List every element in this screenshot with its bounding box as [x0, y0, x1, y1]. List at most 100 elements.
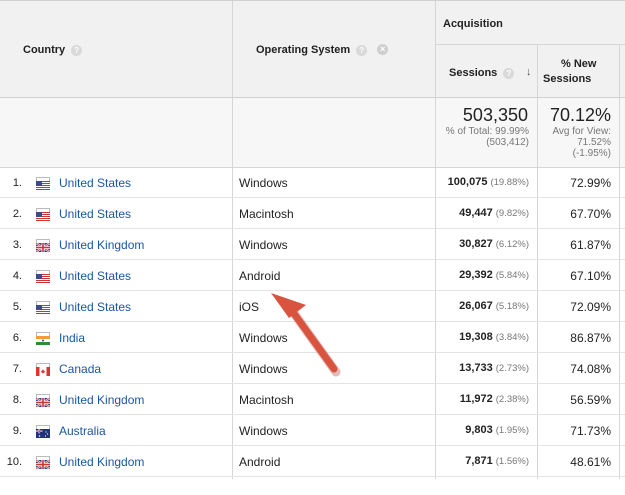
operating-system-value: Macintosh [239, 393, 294, 407]
report-table: Country? Operating System? × Acquisition … [0, 0, 625, 479]
sessions-count: 29,392 [459, 269, 493, 281]
new-sessions-column-header[interactable]: % New Sessions [543, 57, 613, 87]
country-link[interactable]: India [59, 331, 85, 345]
table-row: 3. United Kingdom Windows 30,827 (6.12%) 61.8… [0, 229, 625, 260]
sessions-count: 11,972 [459, 393, 493, 405]
sessions-value: 26,067 (5.18%) [459, 300, 529, 312]
row-number: 9. [12, 425, 22, 437]
country-link[interactable]: United States [59, 176, 131, 190]
us-flag-icon [36, 177, 50, 190]
help-icon[interactable]: ? [356, 44, 368, 56]
sessions-count: 9,803 [465, 424, 493, 436]
country-link[interactable]: Australia [59, 424, 106, 438]
country-link[interactable]: United Kingdom [59, 393, 144, 407]
operating-system-value: Android [239, 269, 281, 283]
avg-for-view-value: 71.52% [577, 137, 611, 148]
new-sessions-value: 67.10% [570, 269, 611, 283]
operating-system-value: Windows [239, 424, 288, 438]
total-new-sessions-value: 70.12% [549, 105, 611, 125]
new-sessions-value: 72.99% [570, 176, 611, 190]
table-row: 2. United States Macintosh 49,447 (9.82%) 67.… [0, 198, 625, 229]
table-row: 8. United Kingdom Macintosh 11,972 (2.38%) 56… [0, 384, 625, 415]
sessions-percent: (2.38%) [495, 394, 529, 405]
country-link[interactable]: United States [59, 300, 131, 314]
sessions-percent: (19.88%) [490, 177, 529, 188]
sessions-value: 29,392 (5.84%) [459, 269, 529, 281]
operating-system-value: Windows [239, 176, 288, 190]
avg-for-view-label: Avg for View: [552, 126, 611, 137]
us-flag-icon [36, 270, 50, 283]
sessions-value: 100,075 (19.88%) [448, 176, 529, 188]
new-sessions-header-line2: Sessions [543, 73, 592, 85]
row-number: 7. [12, 363, 22, 375]
row-number: 2. [12, 208, 22, 220]
help-icon[interactable]: ? [503, 67, 515, 79]
us-flag-icon [36, 301, 50, 314]
sessions-count: 30,827 [459, 238, 493, 250]
country-link[interactable]: United Kingdom [59, 455, 144, 469]
sessions-count: 26,067 [459, 300, 493, 312]
os-header-label: Operating System [256, 44, 351, 56]
country-column-header[interactable]: Country? [23, 44, 83, 56]
operating-system-value: Android [239, 455, 281, 469]
uk-flag-icon [35, 394, 51, 408]
table-row: 6. India Windows 19,308 (3.84%) 86.87% [0, 322, 625, 353]
sessions-percent: (1.95%) [495, 425, 529, 436]
avg-for-view-delta: (-1.95%) [572, 148, 611, 159]
country-link[interactable]: United States [59, 207, 131, 221]
sessions-value: 30,827 (6.12%) [459, 238, 529, 250]
us-flag-icon [36, 208, 50, 221]
sessions-count: 13,733 [459, 362, 493, 374]
operating-system-column-header[interactable]: Operating System? × [256, 44, 389, 56]
row-number: 4. [12, 270, 22, 282]
table-row: 4. United States Android 29,392 (5.84%) 67.10… [0, 260, 625, 291]
sort-descending-icon[interactable]: ↓ [526, 66, 532, 78]
sessions-percent: (5.84%) [495, 270, 529, 281]
row-number: 8. [12, 394, 22, 406]
sessions-value: 11,972 (2.38%) [460, 393, 529, 405]
uk-flag-icon [35, 239, 51, 253]
country-header-label: Country [23, 44, 66, 56]
sessions-count: 7,871 [465, 455, 493, 467]
row-number: 10. [6, 456, 22, 468]
table-row: 9. Australia Windows 9,803 (1.95%) 71.73% [0, 415, 625, 446]
sessions-count: 49,447 [459, 207, 493, 219]
operating-system-value: Windows [239, 238, 288, 252]
total-sessions-value: 503,350 [462, 105, 528, 125]
table-row: 5. United States iOS 26,067 (5.18%) 72.09% [0, 291, 625, 322]
sessions-percent: (6.12%) [495, 239, 529, 250]
sessions-value: 49,447 (9.82%) [459, 207, 529, 219]
australia-flag-icon [36, 425, 50, 438]
sessions-value: 7,871 (1.56%) [465, 455, 529, 467]
total-sessions-absolute: (503,412) [486, 137, 529, 148]
india-flag-icon [36, 332, 50, 345]
country-link[interactable]: United Kingdom [59, 238, 144, 252]
new-sessions-value: 48.61% [570, 455, 611, 469]
new-sessions-value: 67.70% [570, 207, 611, 221]
help-icon[interactable]: ? [71, 44, 83, 56]
totals-row [0, 97, 625, 167]
total-sessions-percent: % of Total: 99.99% [445, 126, 529, 137]
sessions-count: 100,075 [447, 176, 488, 188]
sessions-column-header[interactable]: Sessions? [449, 67, 515, 79]
new-sessions-value: 71.73% [570, 424, 611, 438]
sessions-percent: (9.82%) [495, 208, 529, 219]
row-number: 3. [12, 239, 22, 251]
table-row: 1. United States Windows 100,075 (19.88%) 72.… [0, 167, 625, 198]
operating-system-value: Windows [239, 362, 288, 376]
uk-flag-icon [35, 456, 51, 470]
remove-dimension-icon[interactable]: × [377, 44, 389, 55]
row-number: 5. [12, 301, 22, 313]
table-row: 7. Canada Windows 13,733 (2.73%) 74.08% [0, 353, 625, 384]
canada-flag-icon [36, 363, 50, 376]
sessions-header-label: Sessions [449, 67, 498, 79]
sessions-count: 19,308 [459, 331, 493, 343]
sessions-value: 13,733 (2.73%) [459, 362, 529, 374]
sessions-value: 9,803 (1.95%) [465, 424, 529, 436]
operating-system-value: Macintosh [239, 207, 294, 221]
sessions-percent: (2.73%) [495, 363, 529, 374]
sessions-value: 19,308 (3.84%) [459, 331, 529, 343]
country-link[interactable]: United States [59, 269, 131, 283]
country-link[interactable]: Canada [59, 362, 101, 376]
new-sessions-value: 86.87% [570, 331, 611, 345]
